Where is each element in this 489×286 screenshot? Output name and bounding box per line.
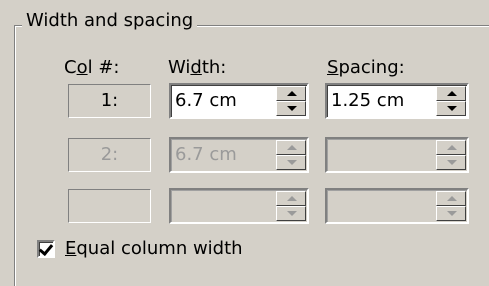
equal-column-width-checkbox[interactable]: [37, 240, 55, 258]
arrow-up-icon: [287, 145, 297, 150]
col-number-2: 2:: [68, 138, 151, 172]
width-field-2: 6.7 cm: [169, 137, 309, 173]
equal-column-width-label[interactable]: Equal column width: [65, 238, 243, 260]
col-number-3: [68, 189, 151, 223]
spacing-up-button-2: [436, 140, 466, 155]
width-down-button-2: [276, 155, 306, 170]
group-title: Width and spacing: [22, 10, 198, 32]
spacing-up-button-3: [436, 191, 466, 206]
spacing-down-button-3: [436, 206, 466, 221]
arrow-up-icon: [447, 145, 457, 150]
width-spinner-2: [276, 140, 306, 170]
spacing-field-3: [325, 188, 469, 224]
width-up-button-1[interactable]: [276, 86, 306, 101]
col-number-header: Col #:: [64, 57, 120, 78]
width-value-1: 6.7 cm: [175, 90, 237, 111]
arrow-down-icon: [447, 106, 457, 111]
checkmark-icon: [38, 240, 54, 257]
arrow-up-icon: [287, 196, 297, 201]
width-header: Width:: [168, 57, 227, 78]
width-down-button-1[interactable]: [276, 101, 306, 116]
spacing-spinner-2: [436, 140, 466, 170]
width-spinner-1[interactable]: [276, 86, 306, 116]
spacing-spinner-1[interactable]: [436, 86, 466, 116]
spacing-field-2: [325, 137, 469, 173]
arrow-up-icon: [287, 91, 297, 96]
spacing-value-1: 1.25 cm: [331, 90, 405, 111]
spacing-down-button-1[interactable]: [436, 101, 466, 116]
arrow-up-icon: [447, 91, 457, 96]
spacing-spinner-3: [436, 191, 466, 221]
width-up-button-3: [276, 191, 306, 206]
arrow-down-icon: [287, 160, 297, 165]
col-number-1: 1:: [68, 84, 151, 118]
arrow-down-icon: [287, 106, 297, 111]
arrow-up-icon: [447, 196, 457, 201]
width-up-button-2: [276, 140, 306, 155]
width-field-3: [169, 188, 309, 224]
width-spinner-3: [276, 191, 306, 221]
arrow-down-icon: [447, 211, 457, 216]
spacing-header: Spacing:: [327, 57, 405, 78]
width-value-2: 6.7 cm: [175, 144, 237, 165]
width-field-1[interactable]: 6.7 cm: [169, 83, 309, 119]
width-down-button-3: [276, 206, 306, 221]
spacing-down-button-2: [436, 155, 466, 170]
spacing-up-button-1[interactable]: [436, 86, 466, 101]
arrow-down-icon: [287, 211, 297, 216]
arrow-down-icon: [447, 160, 457, 165]
spacing-field-1[interactable]: 1.25 cm: [325, 83, 469, 119]
